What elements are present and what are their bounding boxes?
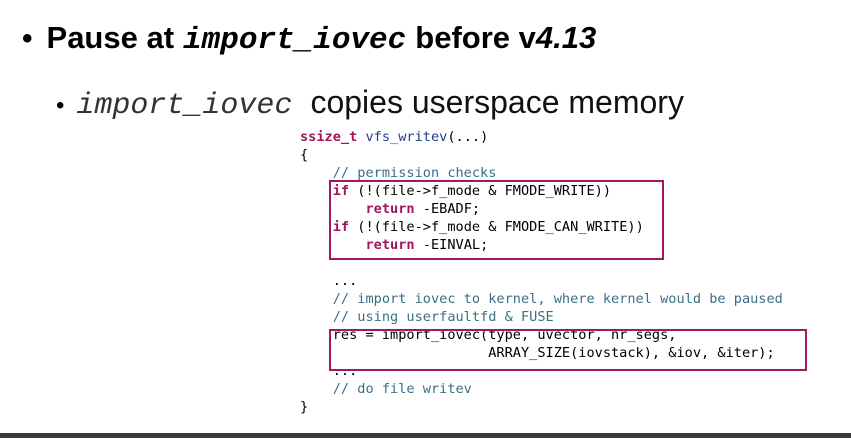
bullet-1-mid: before v	[415, 20, 536, 55]
code-comment: // do file writev	[300, 381, 472, 397]
code-line: }	[300, 399, 309, 415]
bullet-1-code: import_iovec	[183, 23, 407, 58]
import-iovec-highlight	[329, 329, 807, 371]
bullet-1-version: 4.13	[535, 20, 597, 55]
bullet-1-prefix: Pause at	[46, 20, 175, 55]
bullet-2-code: import_iovec	[76, 89, 293, 123]
code-line: ...	[300, 273, 358, 289]
code-comment: // using userfaultfd & FUSE	[300, 309, 554, 325]
permission-check-highlight	[329, 180, 664, 260]
bullet-dot: •	[56, 92, 65, 119]
code-listing: ssize_t vfs_writev(...) { // permission …	[300, 128, 783, 416]
bottom-bar	[0, 433, 851, 438]
bullet-dot: •	[22, 22, 33, 55]
bullet-1: • Pause at import_iovec before v 4.13	[22, 20, 596, 64]
bullet-2-text: copies userspace memory	[310, 84, 684, 120]
code-comment: // import iovec to kernel, where kernel …	[300, 291, 783, 307]
code-line: ssize_t vfs_writev(...)	[300, 129, 489, 145]
bullet-2: • import_iovec copies userspace memory	[56, 84, 684, 128]
code-line: {	[300, 147, 309, 163]
